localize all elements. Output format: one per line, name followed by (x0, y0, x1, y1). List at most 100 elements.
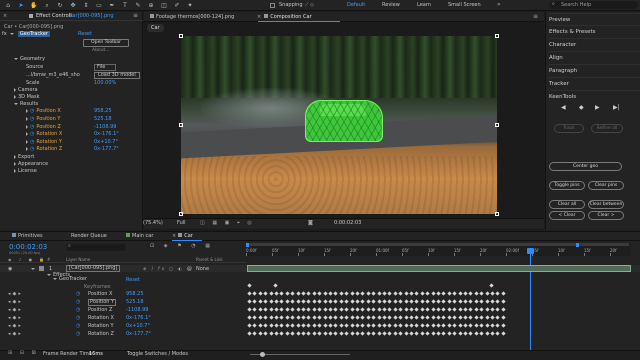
panel-paragraph[interactable]: Paragraph (549, 64, 640, 76)
workspace-default[interactable]: Default (347, 2, 365, 8)
expand-icon[interactable] (26, 108, 28, 113)
timeline-prop-value[interactable]: 0x-177.7° (126, 331, 151, 338)
viewer-panel-menu-icon[interactable]: ≡ (533, 13, 538, 20)
timeline-prop-value[interactable]: 0x-176.1° (126, 315, 151, 322)
panel-effects-presets[interactable]: Effects & Presets (549, 25, 640, 37)
clear-all-button[interactable]: Clear all (549, 200, 585, 209)
layer-handle-mr[interactable] (495, 123, 499, 127)
selection-icon[interactable]: ➤ (17, 2, 25, 9)
parent-select[interactable]: None (196, 266, 209, 272)
panel-align[interactable]: Align (549, 51, 640, 63)
geotracker-row[interactable]: GeoTracker (53, 276, 87, 283)
expand-icon[interactable] (10, 32, 15, 35)
stopwatch-icon[interactable]: ◷ (76, 323, 80, 330)
open-toolbar-button[interactable]: Open Toolbar (83, 39, 129, 47)
stopwatch-icon[interactable]: ◷ (30, 108, 34, 114)
timeline-switches[interactable]: ⊡ ◈ ⚑ ◔ ▦ (150, 243, 214, 249)
ec-row-scale[interactable]: Scale 100.00% (26, 80, 146, 87)
tab-close-icon[interactable]: × (172, 233, 176, 239)
rectangle-icon[interactable]: ▭ (95, 2, 103, 9)
search-help-field[interactable]: ⌕ Search Help (549, 1, 638, 9)
close-icon[interactable]: × (3, 13, 7, 19)
timeline-reset-link[interactable]: Reset (126, 277, 140, 283)
panel-menu-icon[interactable]: ≡ (133, 12, 138, 19)
stopwatch-icon[interactable]: ◷ (76, 307, 80, 314)
ec-row-geometry[interactable]: Geometry (14, 56, 134, 63)
ec-row-value[interactable]: 0x-177.7° (94, 146, 119, 153)
home-icon[interactable]: ⌂ (4, 2, 12, 9)
layer-name[interactable]: [Car[000-095].png] (66, 265, 121, 272)
zoom-slider[interactable] (250, 352, 350, 357)
stopwatch-icon[interactable]: ◷ (30, 116, 34, 122)
layer-label-color[interactable] (39, 266, 44, 271)
keyframe-nav-icon[interactable]: ◂◆▸ (8, 291, 23, 297)
ec-row-value[interactable]: File (94, 64, 117, 71)
next-keyframe-icon[interactable]: ▶ (595, 104, 600, 111)
tab-main-car[interactable]: Main car (126, 232, 153, 241)
expand-icon[interactable] (14, 168, 16, 173)
about-link[interactable]: About... (92, 48, 110, 53)
layer-handle-tr[interactable] (495, 34, 499, 38)
timeline-prop-value[interactable]: 0x+10.7° (126, 323, 150, 330)
snapping-checkbox[interactable] (270, 3, 275, 8)
ec-row-value[interactable]: 958.25 (94, 108, 112, 115)
timeline-timecode[interactable]: 0:00:02:03 (9, 243, 47, 251)
work-area-start[interactable] (246, 243, 249, 247)
timeline-prop-row[interactable]: ◂◆▸ ◷ Position Y 525.18 (8, 299, 238, 306)
comp-breadcrumb[interactable]: Car (147, 24, 164, 32)
stopwatch-icon[interactable]: ◷ (76, 299, 80, 306)
ec-row-camera[interactable]: Camera (14, 87, 134, 94)
brush-icon[interactable]: ✎ (134, 2, 142, 9)
stopwatch-icon[interactable]: ◷ (76, 331, 80, 338)
clone-icon[interactable]: ⊕ (147, 2, 155, 9)
ec-row-value[interactable]: 0x+10.7° (94, 139, 118, 146)
viewer-resolution[interactable]: Full (177, 220, 186, 226)
layer-visibility-icon[interactable]: ◉ (8, 266, 12, 272)
ec-row-value[interactable]: Load 3D model (94, 72, 140, 79)
expand-icon[interactable] (14, 57, 18, 60)
track-button[interactable]: Track (554, 124, 584, 133)
stopwatch-icon[interactable]: ◷ (30, 139, 34, 145)
keyframe-nav-icon[interactable]: ◂◆▸ (8, 299, 23, 305)
ec-row-source[interactable]: Source File (26, 64, 146, 71)
timeline-prop-row[interactable]: ◂◆▸ ◷ Rotation Y 0x+10.7° (8, 323, 238, 330)
viewer-icon-strip[interactable]: ◫ ▦ ▣ ⌖ ◎ (200, 220, 255, 226)
time-ruler[interactable]: 0:00f 05f 10f 15f 20f 01:00f 05f 10f 15f 20f 02:00… (246, 243, 631, 256)
toggle-pins-button[interactable]: Toggle pins (549, 181, 585, 190)
hand-icon[interactable]: ✋ (30, 2, 38, 9)
expand-icon[interactable] (14, 87, 16, 92)
ec-row-rotation-x[interactable]: ◷ Rotation X 0x-176.1° (26, 131, 146, 138)
camera-icon[interactable]: ◙ (308, 220, 313, 226)
footage-tab[interactable]: Footage thermos[000-124].png (150, 13, 234, 22)
layer-handle-bl[interactable] (179, 212, 183, 216)
prev-keyframe-icon[interactable]: ◀ (561, 104, 566, 111)
work-area-end[interactable] (576, 243, 579, 247)
clear-left-button[interactable]: < Clear (549, 211, 585, 220)
layer-handle-ml[interactable] (179, 123, 183, 127)
timeline-search-field[interactable]: ⌕ (66, 243, 126, 251)
type-icon[interactable]: T (121, 2, 129, 9)
ec-row-value[interactable]: 0x-176.1° (94, 131, 119, 138)
parent-pickwhip-icon[interactable]: @ (187, 266, 192, 272)
ec-row-position-y[interactable]: ◷ Position Y 525.18 (26, 116, 146, 123)
tab-primitives[interactable]: Primitives (12, 232, 43, 241)
layer-handle-tl[interactable] (179, 34, 183, 38)
expand-icon[interactable] (26, 131, 28, 136)
clear-right-button[interactable]: Clear > (588, 211, 624, 220)
workspace-small-screen[interactable]: Small Screen (448, 2, 481, 8)
expand-icon[interactable] (26, 116, 28, 121)
layer-expand-icon[interactable] (31, 266, 37, 272)
ec-row-rotation-z[interactable]: ◷ Rotation Z 0x-177.7° (26, 146, 146, 153)
keyframe-nav-icon[interactable]: ◂◆▸ (8, 315, 23, 321)
expand-icon[interactable] (14, 94, 16, 99)
toggle-switches-modes[interactable]: Toggle Switches / Modes (127, 351, 188, 357)
expand-icon[interactable] (26, 124, 28, 129)
panel-preview[interactable]: Preview (549, 13, 640, 25)
tab-render-queue[interactable]: Render Queue (71, 232, 107, 241)
ec-row-value[interactable]: 525.18 (94, 116, 112, 123)
expand-icon[interactable] (26, 146, 28, 151)
ec-row-3d-mask[interactable]: 3D Mask (14, 94, 134, 101)
ec-row-value[interactable]: 100.00% (94, 80, 116, 87)
effect-controls-tab[interactable]: × Effect Controls Car[000-095].png ≡ (0, 12, 143, 21)
eraser-icon[interactable]: ◫ (160, 2, 168, 9)
